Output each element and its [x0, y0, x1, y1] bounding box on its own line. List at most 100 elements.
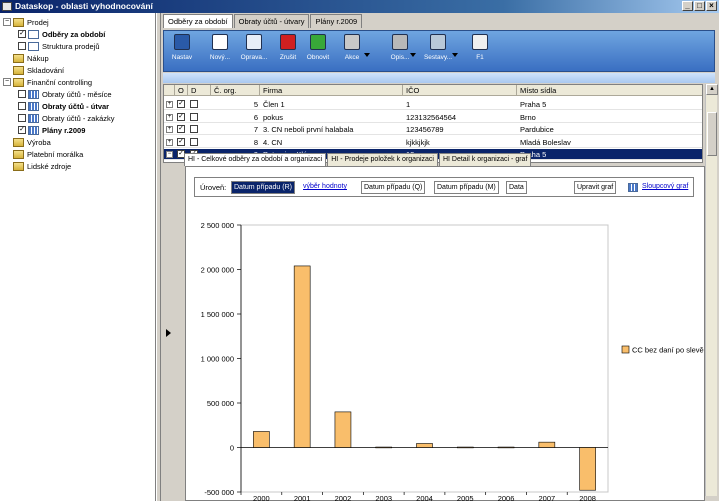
tree-node[interactable]: Skladování: [3, 64, 64, 76]
cell-org: 7: [253, 125, 258, 134]
new-record-button[interactable]: Nový...: [204, 32, 236, 70]
actions-button[interactable]: Akce: [336, 32, 368, 70]
level-data-button[interactable]: Data: [506, 181, 527, 194]
column-header[interactable]: Místo sídla: [517, 85, 702, 96]
chart-type-link[interactable]: Sloupcový graf: [642, 183, 688, 190]
row-expand-icon[interactable]: +: [166, 138, 173, 146]
bar[interactable]: [375, 446, 393, 449]
delete-button[interactable]: Zrušit: [272, 32, 304, 70]
vertical-scrollbar[interactable]: ▲: [705, 84, 718, 496]
folder-icon: [13, 137, 24, 147]
node-checkbox[interactable]: [18, 90, 26, 98]
tree-node[interactable]: Platební morálka: [3, 148, 83, 160]
scroll-up-button[interactable]: ▲: [706, 84, 718, 95]
search-button[interactable]: Nastav: [166, 32, 198, 70]
refresh-button[interactable]: Obnovit: [302, 32, 334, 70]
bar[interactable]: [416, 443, 433, 448]
row-o-checkbox[interactable]: ✓: [177, 100, 185, 108]
tree-node[interactable]: Nákup: [3, 52, 49, 64]
table-row[interactable]: + ✓ 5 Člen 1 1 Praha 5: [164, 99, 702, 110]
x-tick-label: 2008: [579, 494, 596, 501]
tree-node[interactable]: − Prodej: [3, 16, 49, 28]
row-expand-icon[interactable]: +: [166, 126, 173, 133]
cell-firma: 4. CN: [263, 137, 283, 147]
tree-node[interactable]: Výroba: [3, 136, 51, 148]
expand-toggle-icon[interactable]: −: [3, 78, 11, 86]
tree-node-label: Nákup: [27, 53, 49, 63]
detail-tab[interactable]: HI - Celkové odběry za období a organiza…: [184, 153, 327, 166]
node-checkbox[interactable]: [18, 114, 26, 122]
search-icon: [174, 34, 190, 50]
toolbar-button-label: Oprava...: [240, 54, 268, 61]
detail-tab[interactable]: HI - Prodeje položek k organizaci: [327, 153, 438, 166]
main-tab[interactable]: Plány r.2009: [310, 14, 363, 28]
y-tick-label: 1 000 000: [201, 355, 234, 364]
column-header[interactable]: IČO: [403, 85, 517, 96]
value-selection-link[interactable]: výběr hodnoty: [303, 183, 347, 190]
row-o-checkbox[interactable]: ✓: [177, 137, 185, 146]
level-current-button[interactable]: Datum případu (R): [231, 181, 295, 194]
column-header[interactable]: D: [188, 85, 211, 96]
cell-ico: kjkkjkjk: [406, 137, 430, 147]
column-header[interactable]: Č. org.: [211, 85, 260, 96]
row-expand-icon[interactable]: +: [166, 113, 173, 121]
new-record-icon: [212, 34, 228, 50]
toolbar-button-label: Opis...: [390, 54, 410, 61]
bar[interactable]: [334, 411, 352, 448]
row-expand-icon[interactable]: −: [166, 151, 173, 158]
collapse-strip[interactable]: [163, 164, 175, 498]
close-button[interactable]: ×: [706, 1, 717, 11]
level-month-button[interactable]: Datum případu (M): [434, 181, 499, 194]
bar[interactable]: [456, 446, 474, 449]
table-row[interactable]: + ✓ 6 pokus 123132564564 Brno: [164, 112, 702, 123]
bar[interactable]: [538, 441, 556, 448]
reports-button[interactable]: Sestavy...: [422, 32, 454, 70]
tree-node-label: Finanční controlling: [27, 77, 93, 87]
row-d-checkbox[interactable]: [190, 112, 198, 121]
tree-node[interactable]: Obraty účtů - měsíce: [18, 88, 112, 100]
x-tick-label: 2006: [498, 494, 515, 501]
bar[interactable]: [497, 446, 515, 449]
node-checkbox[interactable]: [18, 102, 26, 110]
main-tab[interactable]: Odběry za období: [163, 14, 233, 28]
minimize-button[interactable]: _: [682, 1, 693, 11]
actions-icon: [344, 34, 360, 50]
tree-node[interactable]: − Finanční controlling: [3, 76, 92, 88]
tree-node[interactable]: Obraty účtů - zakázky: [18, 112, 115, 124]
maximize-button[interactable]: □: [694, 1, 705, 11]
main-tab[interactable]: Obraty účtů - útvary: [233, 14, 310, 28]
dropdown-arrow-icon[interactable]: [410, 53, 416, 57]
node-checkbox[interactable]: ✓: [18, 30, 26, 38]
expand-arrow-icon[interactable]: [166, 329, 171, 337]
row-expand-icon[interactable]: +: [166, 101, 173, 108]
bar[interactable]: [579, 447, 596, 491]
tree-node[interactable]: ✓ Odběry za období: [18, 28, 105, 40]
help-button[interactable]: F1: [464, 32, 496, 70]
tree-node[interactable]: ✓ Plány r.2009: [18, 124, 85, 136]
bar[interactable]: [293, 265, 311, 448]
print-button[interactable]: Opis...: [384, 32, 416, 70]
bar[interactable]: [253, 431, 270, 448]
expand-toggle-icon[interactable]: −: [3, 18, 11, 26]
row-d-checkbox[interactable]: [190, 100, 198, 108]
row-o-checkbox[interactable]: ✓: [177, 125, 185, 133]
row-d-checkbox[interactable]: [190, 125, 198, 133]
dropdown-arrow-icon[interactable]: [452, 53, 458, 57]
column-header[interactable]: Firma: [260, 85, 403, 96]
detail-tab[interactable]: HI Detail k organizaci - graf: [438, 153, 532, 166]
node-checkbox[interactable]: [18, 42, 26, 50]
node-checkbox[interactable]: ✓: [18, 126, 26, 134]
edit-chart-button[interactable]: Upravit graf: [574, 181, 617, 194]
edit-button[interactable]: Oprava...: [238, 32, 270, 70]
scroll-thumb[interactable]: [707, 112, 717, 156]
dropdown-arrow-icon[interactable]: [364, 53, 370, 57]
tree-node[interactable]: Obraty účtů - útvar: [18, 100, 109, 112]
table-row[interactable]: + ✓ 8 4. CN kjkkjkjk Mladá Boleslav: [164, 137, 702, 148]
row-d-checkbox[interactable]: [190, 137, 198, 146]
level-quarter-button[interactable]: Datum případu (Q): [361, 181, 426, 194]
table-row[interactable]: + ✓ 7 3. CN neboli první halabala 123456789 P…: [164, 124, 702, 135]
column-header[interactable]: O: [175, 85, 188, 96]
tree-node[interactable]: Lidské zdroje: [3, 160, 71, 172]
tree-node[interactable]: Struktura prodejů: [18, 40, 100, 52]
row-o-checkbox[interactable]: ✓: [177, 112, 185, 121]
